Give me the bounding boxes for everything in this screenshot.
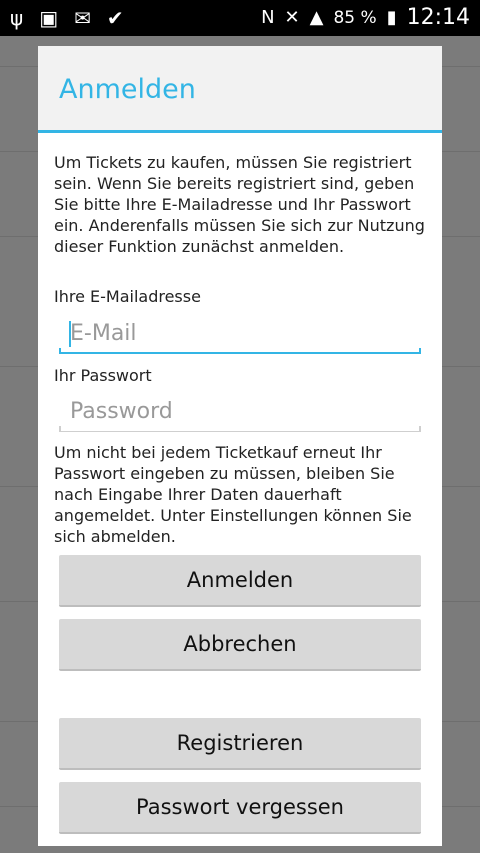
forgot-password-button[interactable]: Passwort vergessen [59, 782, 421, 834]
cancel-button[interactable]: Abbrechen [59, 619, 421, 671]
password-field-wrapper [59, 392, 421, 432]
password-label: Ihr Passwort [54, 366, 152, 385]
field-corner [419, 426, 421, 432]
field-corner [419, 348, 421, 354]
message-icon: ✉ [74, 6, 91, 30]
login-button[interactable]: Anmelden [59, 555, 421, 607]
notification-icons: ψ ▣ ✉ ✔ [10, 6, 124, 30]
email-field-wrapper [59, 314, 421, 354]
dialog-header: Anmelden [38, 46, 442, 132]
mute-icon: ✕ [284, 7, 300, 28]
register-button[interactable]: Registrieren [59, 718, 421, 770]
battery-icon: ▮ [386, 7, 397, 28]
email-label: Ihre E-Mailadresse [54, 287, 201, 306]
email-field[interactable] [59, 314, 421, 352]
dialog-title: Anmelden [59, 74, 196, 105]
header-divider [38, 130, 442, 133]
login-dialog: Anmelden Um Tickets zu kaufen, müssen Si… [38, 46, 442, 846]
system-icons: N ✕ ▲ 85 % ▮ 12:14 [261, 5, 470, 30]
info-text: Um nicht bei jedem Ticketkauf erneut Ihr… [54, 443, 412, 546]
clipboard-icon: ✔ [106, 6, 124, 30]
signal-icon: ▲ [309, 7, 324, 28]
password-field[interactable] [59, 392, 421, 430]
text-cursor [69, 321, 71, 347]
battery-percent: 85 % [333, 7, 377, 28]
image-icon: ▣ [39, 6, 59, 30]
usb-icon: ψ [10, 6, 24, 30]
intro-text: Um Tickets zu kaufen, müssen Sie registr… [54, 153, 425, 256]
status-bar: ψ ▣ ✉ ✔ N ✕ ▲ 85 % ▮ 12:14 [0, 0, 480, 36]
clock: 12:14 [406, 5, 470, 30]
field-corner [59, 348, 61, 354]
nfc-icon: N [261, 7, 275, 28]
email-field-underline [59, 352, 421, 354]
field-corner [59, 426, 61, 432]
password-field-underline [59, 431, 421, 432]
